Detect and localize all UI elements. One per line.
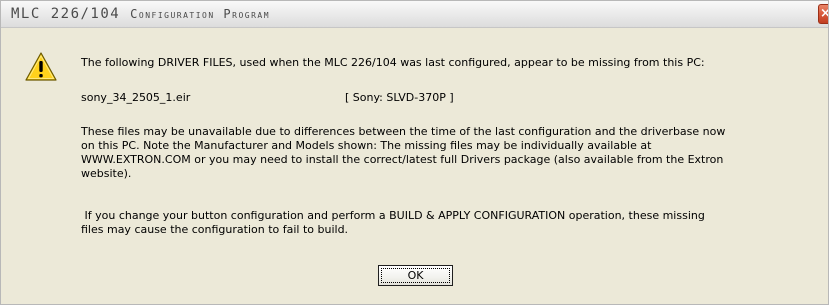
- dialog-window: MLC 226/104 Configuration Program × The …: [0, 0, 829, 305]
- ok-button[interactable]: OK: [378, 265, 453, 286]
- close-icon: ×: [820, 6, 828, 22]
- explanation-paragraph: These files may be unavailable due to di…: [81, 125, 826, 181]
- warning-line: If you change your button configuration …: [81, 209, 705, 222]
- explanation-line: These files may be unavailable due to di…: [81, 125, 726, 138]
- intro-text: The following DRIVER FILES, used when th…: [81, 56, 705, 69]
- window-title-subtitle: Configuration Program: [130, 7, 271, 21]
- window-title: MLC 226/104 Configuration Program: [11, 6, 270, 22]
- title-bar[interactable]: MLC 226/104 Configuration Program ×: [1, 1, 828, 28]
- warning-icon: [25, 52, 57, 81]
- warning-line: files may cause the configuration to fai…: [81, 223, 349, 236]
- explanation-line: WWW.EXTRON.COM or you may need to instal…: [81, 153, 724, 166]
- missing-file-model: [ Sony: SLVD-370P ]: [345, 91, 454, 104]
- close-button[interactable]: ×: [818, 4, 828, 24]
- explanation-line: website).: [81, 167, 132, 180]
- explanation-line: on this PC. Note the Manufacturer and Mo…: [81, 139, 652, 152]
- missing-file-row: sony_34_2505_1.eir [ Sony: SLVD-370P ]: [81, 91, 581, 105]
- warning-paragraph: If you change your button configuration …: [81, 209, 826, 237]
- window-title-main: MLC 226/104: [11, 6, 131, 22]
- missing-file-name: sony_34_2505_1.eir: [81, 91, 191, 104]
